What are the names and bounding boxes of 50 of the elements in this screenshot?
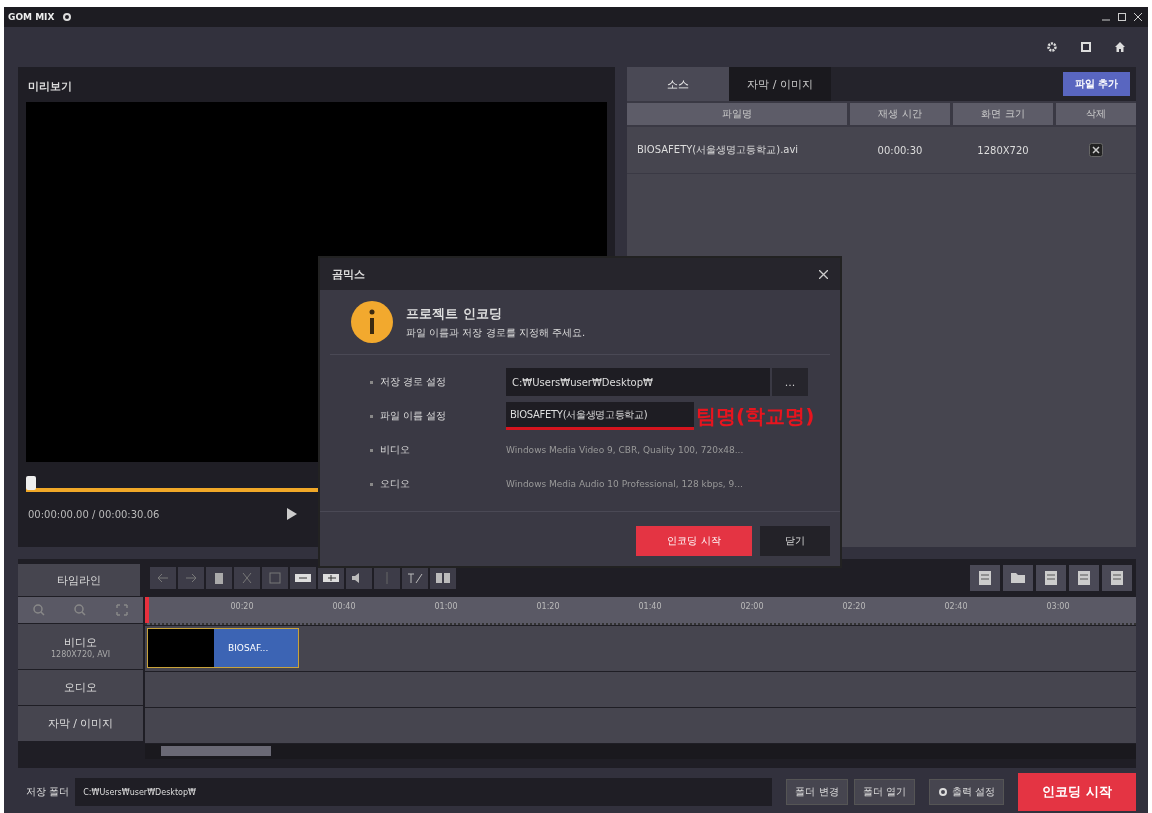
annotation-text: 팀명(학교명) [696, 402, 815, 430]
table-cell-text: BIOSAFETY(서울생명고등학교).avi [636, 143, 800, 157]
time-ruler[interactable]: 00:20 00:40 01:00 01:20 01:40 02:00 02:20 02:40 03:00 [145, 597, 1136, 625]
folder-button[interactable]: 폴더 변경 [786, 779, 848, 805]
folder-button[interactable]: 폴더 열기 [853, 779, 915, 805]
ruler-tick: 02:40 [943, 601, 969, 613]
track-label: 비디오 [64, 634, 97, 650]
video-clip[interactable]: BIOSAF... [147, 628, 299, 668]
panel-title: 미리보기 [27, 79, 73, 95]
column-header: 삭제 [1056, 103, 1136, 125]
setting-value: Windows Media Video 9, CBR, Quality 100, 720x48... [506, 445, 744, 455]
output-settings-button[interactable]: 출력 설정 [928, 779, 1004, 805]
column-header: 파일명 [627, 103, 847, 125]
ruler-tick: 00:40 [331, 601, 357, 613]
browse-button[interactable]: ... [772, 368, 808, 396]
save-folder-field[interactable]: C:₩Users₩user₩Desktop₩ [75, 778, 773, 806]
ruler-tick: 03:00 [1045, 601, 1071, 613]
tab[interactable]: 소스 [627, 67, 729, 101]
table-cell-text: 00:00:30 [876, 144, 924, 156]
field-label: 저장 경로 설정 [380, 375, 448, 389]
setting-value: Windows Media Audio 10 Professional, 128 kbps, 9... [506, 479, 743, 489]
close-button[interactable]: 닫기 [760, 526, 830, 556]
track-detail: 1280X720, AVI [51, 649, 110, 659]
tab[interactable]: 자막 / 이미지 [729, 67, 831, 101]
ruler-tick: 01:40 [637, 601, 663, 613]
dialog-title: 곰믹스 [332, 266, 365, 282]
track-label: 오디오 [64, 680, 97, 695]
encode-button[interactable]: 인코딩 시작 [1018, 773, 1136, 811]
column-header: 재생 시간 [850, 103, 950, 125]
add-file-button[interactable]: 파일 추가 [1062, 72, 1130, 96]
ruler-tick: 01:00 [433, 601, 459, 613]
dialog-heading: 프로젝트 인코딩 [406, 304, 503, 323]
input-field[interactable]: C:₩Users₩user₩Desktop₩ [506, 368, 770, 396]
timeline-label: 타임라인 [18, 564, 140, 596]
time-readout: 00:00:00.00 / 00:00:30.06 [28, 508, 160, 520]
table-cell-text: 1280X720 [976, 144, 1030, 156]
ruler-tick: 00:20 [229, 601, 255, 613]
dialog-message: 파일 이름과 저장 경로를 지정해 주세요. [406, 325, 586, 340]
track-label: 자막 / 이미지 [47, 716, 114, 731]
window-title: GOM MIX [8, 12, 55, 22]
save-folder-label: 저장 폴더 [26, 785, 70, 799]
ruler-tick: 02:20 [841, 601, 867, 613]
ruler-tick: 01:20 [535, 601, 561, 613]
encode-start-button[interactable]: 인코딩 시작 [636, 526, 752, 556]
field-label: 비디오 [380, 443, 411, 457]
field-label: 오디오 [380, 477, 411, 491]
field-label: 파일 이름 설정 [380, 409, 448, 423]
column-header: 화면 크기 [953, 103, 1053, 125]
input-field[interactable]: BIOSAFETY(서울생명고등학교) [506, 402, 694, 430]
ruler-tick: 02:00 [739, 601, 765, 613]
